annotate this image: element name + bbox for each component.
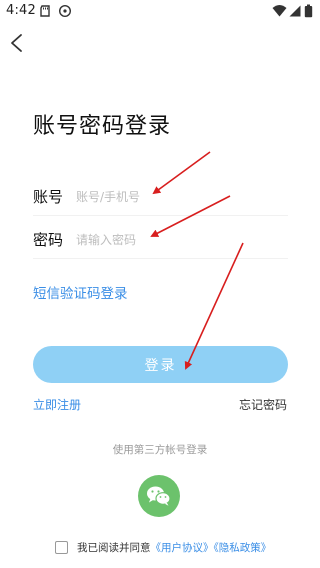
password-divider [33,258,288,259]
page-title: 账号密码登录 [33,114,172,139]
password-input[interactable] [76,229,288,251]
sms-login-link[interactable]: 短信验证码登录 [33,282,128,302]
login-screen: 4:42 账号密码登录 账号 密码 短信验证码登录 [0,0,320,568]
chevron-left-icon [11,34,22,52]
signal-icon [289,5,301,17]
privacy-policy-link[interactable]: 《隐私政策》 [214,542,272,554]
sd-card-icon [40,5,50,17]
status-bar: 4:42 [0,0,320,24]
password-label: 密码 [33,231,64,249]
battery-icon [304,4,313,18]
wechat-login-button[interactable] [138,475,180,517]
account-input[interactable] [76,186,288,208]
agreement-checkbox[interactable] [55,541,68,554]
back-button[interactable] [6,30,28,56]
agreement-prefix: 我已阅读并同意 [77,542,151,554]
forgot-password-link[interactable]: 忘记密码 [239,396,287,413]
wifi-icon [272,5,287,17]
third-party-caption: 使用第三方帐号登录 [112,444,208,456]
clock-icon [58,4,72,18]
login-button[interactable]: 登录 [33,346,288,383]
account-divider [33,215,288,216]
agreement-text: 我已阅读并同意《用户协议》《隐私政策》 [77,541,271,555]
account-label: 账号 [33,188,64,206]
user-agreement-link[interactable]: 《用户协议》 [151,542,214,554]
wechat-icon [147,486,171,506]
register-link[interactable]: 立即注册 [33,396,81,413]
status-time: 4:42 [6,3,36,18]
